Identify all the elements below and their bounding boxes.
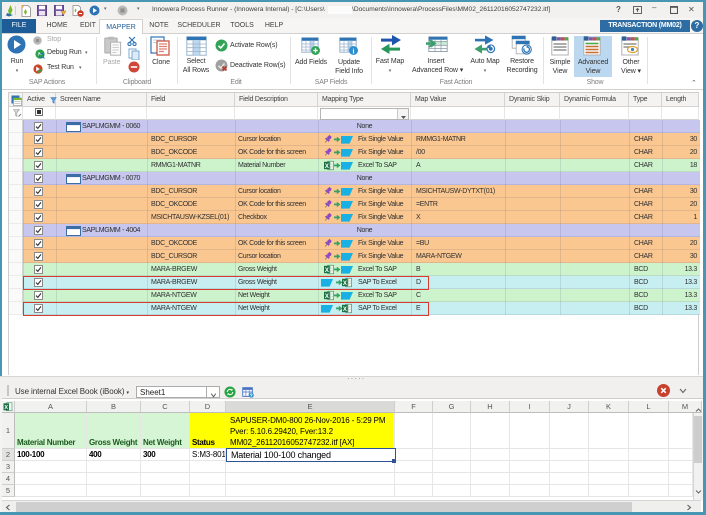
svg-text:X: X: [325, 294, 329, 300]
svg-text:X: X: [325, 164, 329, 170]
svg-text:X: X: [4, 405, 8, 411]
svg-text:i: i: [353, 47, 355, 55]
svg-text:X: X: [325, 268, 329, 274]
svg-text:?: ?: [250, 393, 253, 398]
